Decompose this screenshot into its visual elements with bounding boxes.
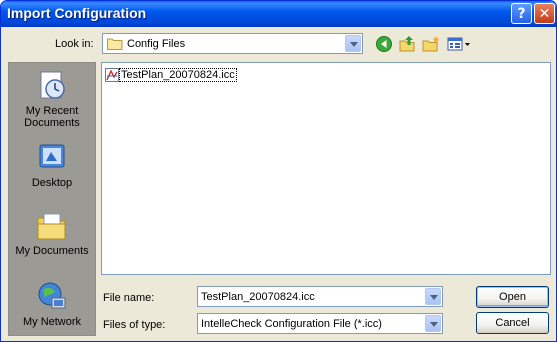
place-label: My Recent Documents bbox=[24, 105, 80, 129]
look-in-value: Config Files bbox=[127, 38, 186, 50]
file-type-label: Files of type: bbox=[103, 319, 166, 331]
view-menu-icon[interactable] bbox=[447, 35, 471, 53]
place-my-network[interactable]: My Network bbox=[9, 280, 95, 328]
title-bar[interactable]: Import Configuration ? ✕ bbox=[1, 1, 556, 27]
close-icon: ✕ bbox=[538, 5, 551, 22]
help-icon: ? bbox=[517, 5, 526, 22]
place-desktop[interactable]: Desktop bbox=[9, 141, 95, 189]
places-bar: My Recent Documents Desktop My Documents bbox=[8, 62, 96, 336]
up-folder-icon[interactable] bbox=[399, 35, 417, 53]
chevron-down-icon[interactable] bbox=[345, 35, 361, 52]
import-configuration-dialog: Import Configuration ? ✕ Look in: Config… bbox=[0, 0, 557, 342]
file-list[interactable]: TestPlan_20070824.icc bbox=[101, 62, 551, 275]
chevron-down-icon[interactable] bbox=[425, 315, 441, 332]
close-button[interactable]: ✕ bbox=[534, 3, 555, 24]
network-icon bbox=[38, 282, 66, 309]
new-folder-icon[interactable] bbox=[422, 35, 440, 53]
file-name-value: TestPlan_20070824.icc bbox=[201, 291, 315, 303]
my-documents-icon bbox=[37, 213, 66, 240]
open-button[interactable]: Open bbox=[476, 286, 549, 308]
place-label: My Network bbox=[22, 316, 82, 328]
recent-documents-icon bbox=[40, 71, 65, 99]
desktop-icon bbox=[39, 144, 65, 168]
file-type-dropdown[interactable]: IntelleCheck Configuration File (*.icc) bbox=[197, 313, 443, 334]
place-label: My Documents bbox=[15, 245, 89, 257]
look-in-dropdown[interactable]: Config Files bbox=[102, 33, 363, 54]
cancel-button[interactable]: Cancel bbox=[476, 312, 549, 334]
help-button[interactable]: ? bbox=[511, 3, 532, 24]
file-type-value: IntelleCheck Configuration File (*.icc) bbox=[201, 318, 382, 330]
place-label: Desktop bbox=[31, 177, 73, 189]
icc-file-icon bbox=[105, 68, 119, 82]
chevron-down-icon[interactable] bbox=[425, 288, 441, 305]
file-name-field[interactable]: TestPlan_20070824.icc bbox=[197, 286, 443, 307]
file-name-label: File name: bbox=[103, 292, 155, 304]
folder-icon bbox=[107, 38, 123, 50]
file-name-text: TestPlan_20070824.icc bbox=[119, 68, 237, 82]
place-my-recent-documents[interactable]: My Recent Documents bbox=[9, 69, 95, 129]
back-icon[interactable] bbox=[375, 35, 393, 53]
look-in-label: Look in: bbox=[55, 38, 94, 50]
dialog-title: Import Configuration bbox=[7, 5, 147, 21]
place-my-documents[interactable]: My Documents bbox=[9, 209, 95, 257]
